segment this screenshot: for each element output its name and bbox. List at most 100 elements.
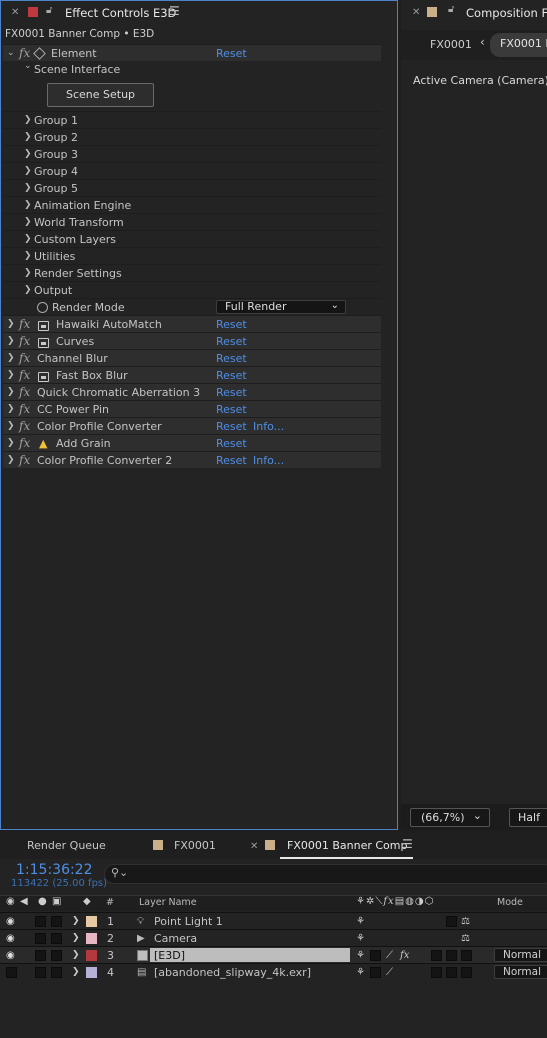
quality-switch-icon[interactable]: ⟋	[386, 964, 393, 981]
reset-link[interactable]: Reset	[216, 401, 247, 418]
fx-toggle-icon[interactable]: fx	[19, 316, 30, 333]
scene-setup-button[interactable]: Scene Setup	[47, 83, 154, 107]
panel-menu-icon[interactable]: ☰	[169, 4, 180, 18]
eye-icon[interactable]: ◉	[6, 930, 15, 947]
chevron-right-icon[interactable]: ❯	[72, 964, 80, 981]
eye-icon[interactable]: ◉	[6, 913, 15, 930]
group-row[interactable]: ❯ Output	[3, 281, 381, 298]
tab-fx0001[interactable]: FX0001	[430, 38, 472, 51]
reset-link[interactable]: Reset	[216, 316, 247, 333]
group-row[interactable]: ❯ World Transform	[3, 213, 381, 230]
layer-name[interactable]: Point Light 1	[154, 913, 223, 930]
3d-layer-icon[interactable]: ⚖	[461, 930, 470, 947]
reset-link[interactable]: Reset	[216, 333, 247, 350]
chevron-right-icon[interactable]: ❯	[24, 163, 32, 180]
chevron-right-icon[interactable]: ❯	[72, 930, 80, 947]
chevron-right-icon[interactable]: ❯	[7, 333, 15, 350]
3d-switch[interactable]	[461, 950, 472, 961]
reset-link[interactable]: Reset	[216, 45, 247, 62]
chevron-right-icon[interactable]: ❯	[7, 401, 15, 418]
fx-switch-icon[interactable]: fx	[400, 947, 409, 964]
tab-banner-comp[interactable]: FX0001 Banner Comp	[287, 839, 407, 852]
layer-label-color[interactable]	[86, 967, 97, 978]
lock-toggle[interactable]	[51, 950, 62, 961]
3d-layer-icon[interactable]: ⚖	[461, 913, 470, 930]
tab-fx0001[interactable]: FX0001	[174, 839, 216, 852]
shy-icon[interactable]: ⚘	[356, 930, 365, 947]
chevron-right-icon[interactable]: ❯	[24, 112, 32, 129]
fx-toggle-icon[interactable]: fx	[19, 333, 30, 350]
effect-row[interactable]: ❯ fx Color Profile Converter Reset Info...	[3, 417, 381, 434]
chevron-left-icon[interactable]: ‹	[480, 35, 485, 49]
shy-icon[interactable]: ⚘	[356, 964, 365, 981]
chevron-right-icon[interactable]: ❯	[7, 418, 15, 435]
layer-row[interactable]: ◉ ❯ 1 💡︎ Point Light 1 ⚘ ⚖	[0, 912, 547, 929]
chevron-right-icon[interactable]: ❯	[7, 384, 15, 401]
chevron-right-icon[interactable]: ❯	[72, 947, 80, 964]
fx-toggle-icon[interactable]: fx	[19, 452, 30, 469]
solo-toggle[interactable]	[35, 967, 46, 978]
collapse-switch[interactable]	[370, 967, 381, 978]
layer-row[interactable]: ◉ ❯ 3 [E3D] ⚘ ⟋ fx Normal	[0, 946, 547, 963]
panel-menu-icon[interactable]: ☰	[402, 837, 413, 851]
effect-row[interactable]: ❯ fx Hawaiki AutoMatch Reset	[3, 315, 381, 332]
layer-label-color[interactable]	[86, 933, 97, 944]
fx-toggle-icon[interactable]: fx	[19, 350, 30, 367]
blend-mode-dropdown[interactable]: Normal	[494, 948, 547, 962]
chevron-right-icon[interactable]: ❯	[7, 367, 15, 384]
effect-row[interactable]: ❯ fx Quick Chromatic Aberration 3 Reset	[3, 383, 381, 400]
effect-row[interactable]: ❯ fx Channel Blur Reset	[3, 349, 381, 366]
layer-name[interactable]: [E3D]	[154, 947, 185, 964]
effect-controls-tab[interactable]: ✕ 🔓︎ Effect Controls E3D ☰	[1, 1, 397, 25]
tab-render-queue[interactable]: Render Queue	[27, 839, 106, 852]
layer-name[interactable]: Camera	[154, 930, 197, 947]
effect-row[interactable]: ❯ fx Curves Reset	[3, 332, 381, 349]
reset-link[interactable]: Reset	[216, 452, 247, 469]
solo-toggle[interactable]	[35, 916, 46, 927]
stopwatch-icon[interactable]	[37, 302, 48, 313]
layer-name[interactable]: [abandoned_slipway_4k.exr]	[154, 964, 311, 981]
reset-link[interactable]: Reset	[216, 350, 247, 367]
group-row[interactable]: ❯ Custom Layers	[3, 230, 381, 247]
chevron-down-icon[interactable]: ⌄	[7, 45, 15, 62]
reset-link[interactable]: Reset	[216, 384, 247, 401]
effect-row[interactable]: ❯ fx Fast Box Blur Reset	[3, 366, 381, 383]
group-row[interactable]: ❯ Group 2	[3, 128, 381, 145]
tab-banner-comp[interactable]: FX0001 B	[490, 33, 547, 57]
lock-icon[interactable]: 🔓︎	[448, 4, 454, 15]
chevron-right-icon[interactable]: ❯	[7, 435, 15, 452]
motion-blur-switch[interactable]	[431, 950, 442, 961]
close-icon[interactable]: ✕	[412, 7, 420, 18]
timecode[interactable]: 1:15:36:22	[16, 862, 93, 878]
effect-row[interactable]: ❯ fx ▲ Add Grain Reset	[3, 434, 381, 451]
fx-toggle-icon[interactable]: fx	[19, 435, 30, 452]
info-link[interactable]: Info...	[253, 418, 284, 435]
shy-icon[interactable]: ⚘	[356, 913, 365, 930]
motion-blur-switch[interactable]	[431, 967, 442, 978]
chevron-right-icon[interactable]: ❯	[24, 180, 32, 197]
adjustment-switch[interactable]	[446, 950, 457, 961]
chevron-right-icon[interactable]: ❯	[24, 265, 32, 282]
lock-toggle[interactable]	[51, 967, 62, 978]
layer-label-color[interactable]	[86, 950, 97, 961]
chevron-right-icon[interactable]: ❯	[24, 231, 32, 248]
close-icon[interactable]: ✕	[250, 841, 258, 852]
info-link[interactable]: Info...	[253, 452, 284, 469]
chevron-right-icon[interactable]: ❯	[24, 129, 32, 146]
group-row[interactable]: ❯ Render Settings	[3, 264, 381, 281]
comp-viewer[interactable]: Active Camera (Camera)	[401, 62, 547, 802]
group-row[interactable]: ❯ Group 5	[3, 179, 381, 196]
fx-toggle-icon[interactable]: fx	[19, 401, 30, 418]
3d-switch[interactable]	[461, 967, 472, 978]
layer-search-input[interactable]: ⚲⌄	[104, 864, 547, 884]
shy-icon[interactable]: ⚘	[356, 947, 365, 964]
composition-tab[interactable]: ✕ 🔓︎ Composition FX0	[401, 0, 547, 26]
effect-row[interactable]: ❯ fx Color Profile Converter 2 Reset Info...	[3, 451, 381, 468]
render-mode-dropdown[interactable]: Full Render ⌄	[216, 300, 346, 314]
group-row[interactable]: ❯ Utilities	[3, 247, 381, 264]
reset-link[interactable]: Reset	[216, 367, 247, 384]
eye-icon[interactable]: ◉	[6, 947, 15, 964]
effect-row-element[interactable]: ⌄ fx Element Reset	[3, 44, 381, 61]
layer-row[interactable]: ❯ 4 ▤ [abandoned_slipway_4k.exr] ⚘ ⟋ Normal	[0, 963, 547, 980]
chevron-right-icon[interactable]: ❯	[24, 248, 32, 265]
